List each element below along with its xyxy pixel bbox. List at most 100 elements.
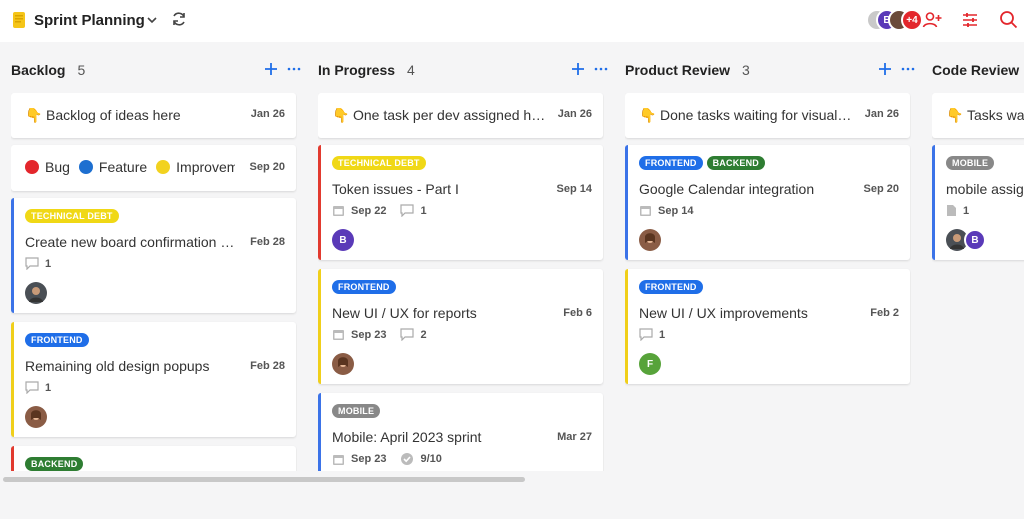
- label-legend: Bug Feature Improvement: [25, 159, 235, 175]
- card-date: Feb 28: [250, 360, 285, 372]
- note-card[interactable]: 👇 Tasks waiting for code review: [932, 93, 1024, 138]
- person-photo-icon: [338, 357, 348, 367]
- tag-frontend: FRONTEND: [639, 280, 703, 294]
- card-meta: Sep 22 1: [332, 204, 441, 217]
- card-meta: Sep 14: [639, 204, 707, 217]
- tag-mobile: MOBILE: [332, 404, 381, 418]
- column-header-in-progress: In Progress 4: [318, 60, 415, 80]
- person-photo-icon: [31, 410, 41, 420]
- card-date: Sep 20: [249, 161, 285, 173]
- task-card[interactable]: FRONTEND Remaining old design popups Feb…: [11, 322, 296, 437]
- card-title: Google Calendar integration: [639, 181, 815, 197]
- card-date: Jan 26: [250, 108, 285, 120]
- note-card[interactable]: 👇 Backlog of ideas here Jan 26: [11, 93, 296, 138]
- board-title[interactable]: Sprint Planning: [34, 12, 145, 29]
- blue-circle-icon: [78, 160, 93, 174]
- note-card[interactable]: 👇 One task per dev assigned here Jan 26: [318, 93, 603, 138]
- card-meta: Sep 23 9/10: [332, 452, 456, 466]
- check-circle-icon: [401, 453, 414, 465]
- filter-icon[interactable]: [961, 11, 979, 29]
- card-date: Jan 26: [864, 108, 899, 120]
- card-meta: 1: [946, 204, 983, 217]
- calendar-icon: [333, 454, 344, 465]
- card-date: Feb 6: [563, 307, 592, 319]
- legend-label: Feature: [98, 159, 148, 175]
- column-header-backlog: Backlog 5: [11, 60, 85, 80]
- task-card[interactable]: MOBILE mobile assignments 1 B: [932, 145, 1024, 260]
- column-count: 4: [407, 62, 415, 78]
- card-assignees: F: [639, 353, 661, 375]
- tag-technical-debt: TECHNICAL DEBT: [332, 156, 426, 170]
- tag-mobile: MOBILE: [946, 156, 995, 170]
- task-card[interactable]: FRONTEND BACKEND Google Calendar integra…: [625, 145, 910, 260]
- column-header-product-review: Product Review 3: [625, 60, 750, 80]
- card-assignees: [25, 282, 47, 304]
- task-card[interactable]: TECHNICAL DEBT Create new board confirma…: [11, 198, 296, 313]
- more-options-icon[interactable]: [594, 64, 608, 74]
- calendar-icon: [640, 206, 651, 216]
- task-card[interactable]: FRONTEND New UI / UX for reports Feb 6 S…: [318, 269, 603, 384]
- comment-icon: [639, 328, 653, 341]
- column-title: Code Review: [932, 62, 1020, 78]
- task-card[interactable]: BACKEND: [11, 446, 296, 471]
- card-title: Token issues - Part I: [332, 181, 459, 197]
- add-card-icon[interactable]: [264, 62, 278, 76]
- task-card[interactable]: FRONTEND New UI / UX improvements Feb 2 …: [625, 269, 910, 384]
- card-assignees: B: [332, 229, 354, 251]
- due-date: Sep 22: [332, 204, 386, 217]
- scrollbar-thumb[interactable]: [3, 477, 525, 482]
- card-title: Create new board confirmation popup: [25, 234, 240, 250]
- task-card[interactable]: TECHNICAL DEBT Token issues - Part I Sep…: [318, 145, 603, 260]
- column-in-progress: 👇 One task per dev assigned here Jan 26 …: [318, 93, 604, 471]
- add-card-icon[interactable]: [878, 62, 892, 76]
- comment-icon: [25, 381, 39, 394]
- calendar-icon: [333, 206, 344, 216]
- column-code-review: 👇 Tasks waiting for code review MOBILE m…: [932, 93, 1024, 471]
- legend-item-bug: Bug: [25, 159, 70, 175]
- search-icon[interactable]: [999, 10, 1018, 29]
- pointing-hand-icon: 👇: [639, 107, 657, 123]
- task-card[interactable]: MOBILE Mobile: April 2023 sprint Mar 27 …: [318, 393, 603, 471]
- calendar-icon: [333, 330, 344, 340]
- tag-backend: BACKEND: [706, 156, 766, 170]
- add-user-icon[interactable]: [922, 10, 942, 30]
- legend-label: Improvement: [176, 159, 235, 175]
- card-date: Feb 28: [250, 236, 285, 248]
- due-date: Sep 23: [332, 453, 386, 466]
- card-meta: Sep 23 2: [332, 328, 441, 341]
- avatar: [639, 229, 661, 251]
- legend-item-feature: Feature: [78, 159, 148, 175]
- tag-technical-debt: TECHNICAL DEBT: [25, 209, 119, 223]
- card-title: Remaining old design popups: [25, 358, 210, 374]
- tag-frontend: FRONTEND: [25, 333, 89, 347]
- legend-item-improvement: Improvement: [156, 159, 235, 175]
- comment-count: 1: [25, 257, 51, 270]
- file-icon: [947, 205, 956, 216]
- comment-count: 1: [400, 204, 427, 217]
- add-card-icon[interactable]: [571, 62, 585, 76]
- card-title: Mobile: April 2023 sprint: [332, 429, 482, 445]
- more-members-badge: +4: [901, 9, 923, 31]
- card-title: Done tasks waiting for visual review: [660, 107, 855, 123]
- legend-label: Bug: [45, 159, 70, 175]
- avatar: F: [639, 353, 661, 375]
- tag-frontend: FRONTEND: [639, 156, 703, 170]
- comment-icon: [400, 204, 415, 217]
- card-date: Sep 20: [863, 183, 899, 195]
- comment-icon: [25, 257, 39, 270]
- yellow-circle-icon: [156, 160, 171, 174]
- chevron-down-icon[interactable]: [145, 13, 159, 27]
- note-card[interactable]: 👇 Done tasks waiting for visual review J…: [625, 93, 910, 138]
- more-options-icon[interactable]: [287, 64, 301, 74]
- card-title: Backlog of ideas here: [46, 107, 181, 123]
- checklist-progress: 9/10: [400, 452, 442, 466]
- card-assignees: [639, 229, 661, 251]
- person-photo-icon: [29, 287, 43, 302]
- comment-icon: [400, 328, 415, 341]
- sync-icon[interactable]: [171, 11, 187, 27]
- card-assignees: B: [946, 229, 986, 251]
- column-count: 5: [77, 62, 86, 78]
- more-options-icon[interactable]: [901, 64, 915, 74]
- legend-card[interactable]: Bug Feature Improvement Sep 20: [11, 145, 296, 191]
- card-title: New UI / UX for reports: [332, 305, 477, 321]
